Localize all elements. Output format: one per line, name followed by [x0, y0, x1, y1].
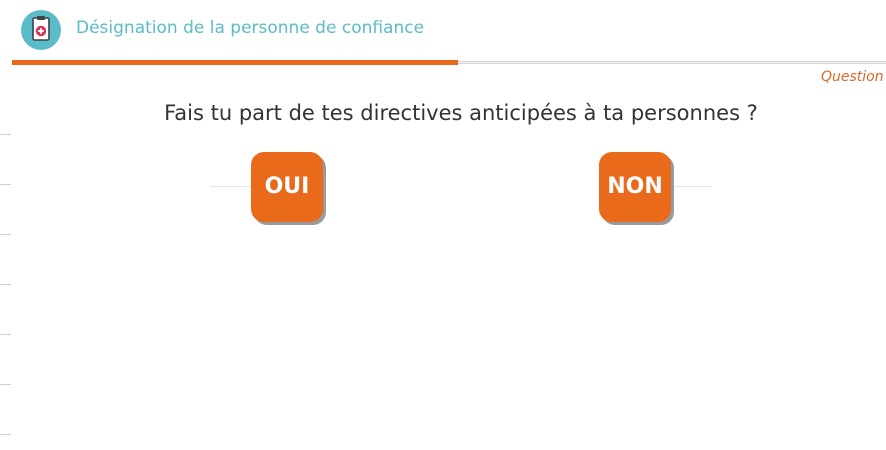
page-title: Désignation de la personne de confiance — [76, 18, 425, 38]
question-text: Fais tu part de tes directives anticipée… — [164, 101, 758, 125]
no-connector-line — [672, 186, 712, 187]
no-button[interactable]: NON — [599, 152, 671, 222]
side-tick — [0, 334, 11, 335]
page: Désignation de la personne de confiance … — [0, 0, 886, 450]
side-tick — [0, 234, 11, 235]
yes-button[interactable]: OUI — [251, 152, 323, 222]
medical-clipboard-icon — [21, 10, 61, 50]
question-counter: Question 1 — [821, 69, 886, 85]
side-tick — [0, 384, 11, 385]
side-tick — [0, 134, 11, 135]
progress-fill — [12, 60, 458, 65]
yes-connector-line — [210, 186, 254, 187]
side-tick — [0, 184, 11, 185]
progress-bar — [12, 60, 886, 65]
side-tick — [0, 284, 11, 285]
side-tick — [0, 434, 11, 435]
